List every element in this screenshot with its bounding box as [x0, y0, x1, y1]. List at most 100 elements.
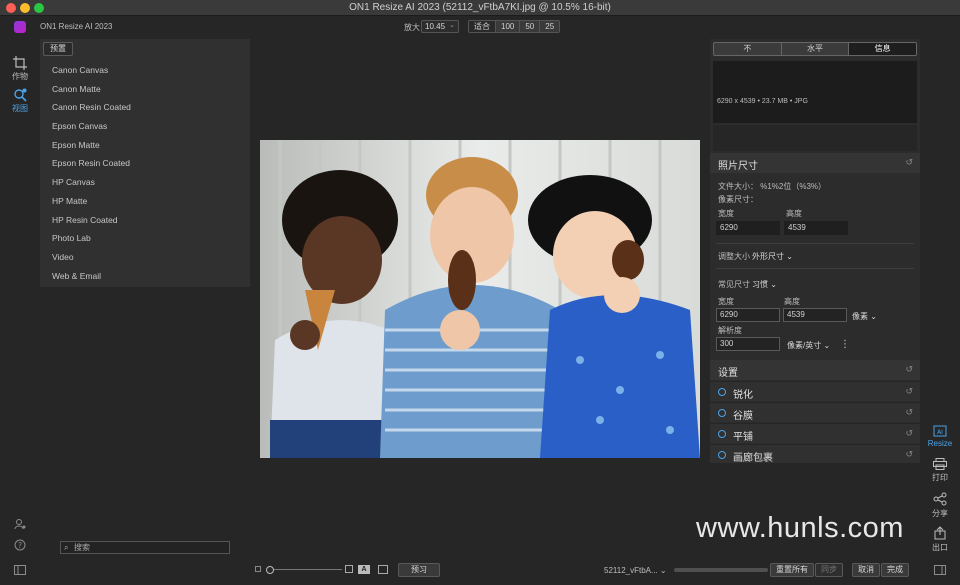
resolution-unit-select[interactable]: 像素/英寸 ⌄ — [787, 340, 830, 351]
divider — [716, 243, 914, 244]
reset-icon[interactable]: ↺ — [905, 407, 913, 418]
rail-share[interactable]: 分享 — [926, 492, 954, 519]
adjust-size-value: 外形尺寸 — [752, 252, 784, 261]
photo-preview[interactable] — [260, 140, 700, 458]
height-label: 高度 — [786, 209, 802, 218]
preset-item[interactable]: Web & Email — [40, 267, 250, 286]
chevron-updown-icon: ⌄ — [449, 22, 455, 29]
reset-icon[interactable]: ↺ — [905, 449, 913, 460]
photo-size-header[interactable]: 照片尺寸 ↺ — [710, 153, 920, 173]
chevron-down-icon: ⌄ — [823, 341, 831, 350]
rail-crop[interactable]: 作物 — [6, 56, 34, 82]
zoom-100-button[interactable]: 100 — [496, 21, 521, 32]
share-icon — [933, 492, 947, 506]
file-name-select[interactable]: 52112_vFtbA... ⌄ — [604, 566, 667, 575]
tab-horizontal[interactable]: 水平 — [781, 43, 850, 55]
adjust-size-select[interactable]: 外形尺寸 ⌄ — [752, 251, 793, 262]
reset-icon[interactable]: ↺ — [905, 428, 913, 439]
zoom-slider-knob[interactable] — [266, 566, 274, 574]
option-sharpen[interactable]: 锐化 ↺ — [710, 381, 920, 401]
option-label: 谷膜 — [733, 411, 753, 422]
photo-image — [260, 140, 700, 458]
height-input[interactable]: 4539 — [783, 308, 847, 322]
mask-icon[interactable] — [378, 565, 388, 574]
search-input[interactable]: ⌕ 搜索 — [60, 541, 230, 554]
common-size-value: 习惯 — [752, 280, 768, 289]
rail-resize[interactable]: AI Resize — [926, 425, 954, 448]
rail-print-label: 打印 — [932, 473, 948, 482]
file-info: 6290 x 4539 • 23.7 MB • JPG — [717, 98, 808, 105]
window-title: ON1 Resize AI 2023 (52112_vFtbA7KI.jpg @… — [349, 2, 611, 13]
preset-tab[interactable]: 预置 — [43, 42, 73, 56]
progress-bar — [674, 568, 768, 572]
toggle-circle-icon[interactable] — [718, 409, 726, 417]
chevron-down-icon: ⌄ — [786, 252, 793, 261]
pixel-size-label: 像素尺寸： — [718, 195, 758, 204]
info-tabs: 不 水平 信息 — [713, 42, 917, 56]
preset-item[interactable]: Canon Canvas — [40, 61, 250, 80]
text-overlay-icon[interactable]: A — [358, 565, 370, 574]
option-tile[interactable]: 平铺 ↺ — [710, 423, 920, 443]
panel-toggle-icon[interactable] — [14, 565, 26, 578]
right-panel-toggle-icon[interactable] — [934, 565, 946, 578]
svg-text:AI: AI — [937, 429, 943, 436]
width-input[interactable]: 6290 — [716, 308, 780, 322]
toggle-circle-icon[interactable] — [718, 430, 726, 438]
search-icon: ⌕ — [64, 543, 69, 552]
unit-select[interactable]: 像素 ⌄ — [852, 311, 877, 322]
option-label: 画廊包裹 — [733, 453, 773, 464]
more-options-icon[interactable]: ⋮ — [840, 339, 850, 350]
view-icon — [14, 88, 27, 102]
preset-list: Canon Canvas Canon Matte Canon Resin Coa… — [40, 61, 250, 285]
rail-export[interactable]: 出口 — [926, 526, 954, 553]
done-button[interactable]: 完成 — [881, 563, 909, 577]
reset-icon[interactable]: ↺ — [905, 386, 913, 397]
rail-print[interactable]: 打印 — [926, 458, 954, 483]
preset-item[interactable]: Canon Matte — [40, 80, 250, 99]
zoom-fit-button[interactable]: 适合 — [469, 21, 496, 32]
option-gallery-wrap[interactable]: 画廊包裹 ↺ — [710, 444, 920, 464]
zoom-50-button[interactable]: 50 — [520, 21, 541, 32]
resolution-unit-value: 像素/英寸 — [787, 341, 822, 350]
small-thumb-icon[interactable] — [255, 566, 261, 572]
toggle-circle-icon[interactable] — [718, 388, 726, 396]
preview-button[interactable]: 预习 — [398, 563, 440, 577]
preset-item[interactable]: HP Resin Coated — [40, 211, 250, 230]
preset-item[interactable]: Epson Resin Coated — [40, 154, 250, 173]
tab-none[interactable]: 不 — [714, 43, 782, 55]
app-logo-icon — [14, 21, 26, 33]
preset-item[interactable]: Epson Canvas — [40, 117, 250, 136]
preset-item[interactable]: HP Canvas — [40, 173, 250, 192]
user-icon[interactable] — [14, 518, 26, 533]
common-size-select[interactable]: 习惯 ⌄ — [752, 279, 777, 290]
preset-item[interactable]: Video — [40, 248, 250, 267]
option-grain[interactable]: 谷膜 ↺ — [710, 402, 920, 422]
sync-button[interactable]: 同步 — [815, 563, 843, 577]
preset-item[interactable]: Epson Matte — [40, 136, 250, 155]
resize-ai-icon: AI — [933, 425, 947, 437]
preset-item[interactable]: Photo Lab — [40, 229, 250, 248]
file-name: 52112_vFtbA... — [604, 566, 658, 575]
settings-header[interactable]: 设置 ↺ — [710, 360, 920, 380]
option-label: 平铺 — [733, 432, 753, 443]
reset-all-button[interactable]: 重置所有 — [770, 563, 814, 577]
compare-icon[interactable] — [345, 565, 353, 573]
toggle-circle-icon[interactable] — [718, 451, 726, 459]
reset-icon[interactable]: ↺ — [905, 364, 913, 375]
divider — [716, 268, 914, 269]
zoom-25-button[interactable]: 25 — [540, 21, 560, 32]
resolution-input[interactable]: 300 — [716, 337, 780, 351]
zoom-slider-track[interactable] — [272, 569, 342, 570]
preset-item[interactable]: Canon Resin Coated — [40, 98, 250, 117]
watermark: www.hunls.com — [696, 512, 904, 544]
tab-info[interactable]: 信息 — [849, 43, 916, 55]
cancel-button[interactable]: 取消 — [852, 563, 880, 577]
rail-view-label: 视图 — [12, 104, 28, 113]
rail-view[interactable]: 视图 — [6, 88, 34, 114]
preset-item[interactable]: HP Matte — [40, 192, 250, 211]
zoom-select[interactable]: 10.45 ⌄ — [421, 20, 459, 33]
chevron-down-icon: ⌄ — [770, 280, 777, 289]
help-icon[interactable]: ? — [14, 539, 26, 554]
file-size-label: 文件大小： %1%2位（%3%） — [718, 182, 827, 191]
reset-icon[interactable]: ↺ — [905, 157, 913, 168]
